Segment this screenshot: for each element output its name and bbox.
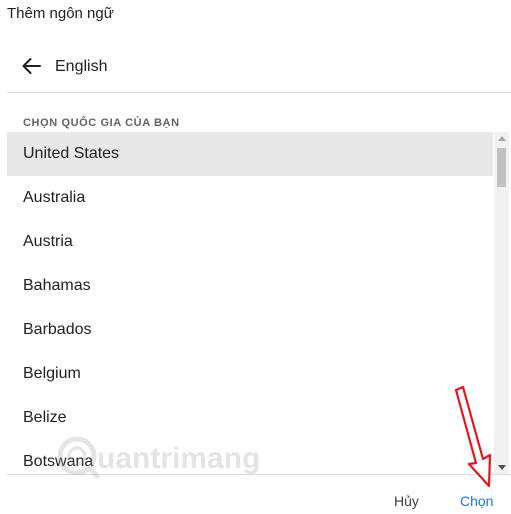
- language-header: English: [0, 44, 511, 92]
- arrow-back-icon: [21, 57, 41, 80]
- country-item[interactable]: Australia: [7, 176, 493, 220]
- add-language-dialog: Thêm ngôn ngữ English CHỌN QUỐC GIA CỦA …: [0, 0, 511, 514]
- header-divider: [7, 92, 511, 93]
- country-item[interactable]: Austria: [7, 220, 493, 264]
- country-list: United States Australia Austria Bahamas …: [7, 132, 493, 474]
- scroll-thumb[interactable]: [497, 148, 506, 187]
- scroll-up-arrow[interactable]: [494, 132, 509, 146]
- country-item[interactable]: Belgium: [7, 352, 493, 396]
- country-item[interactable]: Bahamas: [7, 264, 493, 308]
- watermark-text: uantrimang: [97, 442, 260, 475]
- annotation-arrow-icon: [445, 385, 505, 490]
- back-button[interactable]: [16, 54, 46, 82]
- country-item[interactable]: United States: [7, 132, 493, 176]
- selected-language: English: [55, 58, 108, 75]
- choose-button[interactable]: Chọn: [460, 493, 493, 509]
- cancel-button[interactable]: Hủy: [394, 493, 419, 509]
- watermark-logo: uantrimang: [55, 432, 285, 482]
- country-item[interactable]: Barbados: [7, 308, 493, 352]
- dialog-title: Thêm ngôn ngữ: [7, 5, 114, 22]
- section-label: CHỌN QUỐC GIA CỦA BẠN: [23, 117, 180, 129]
